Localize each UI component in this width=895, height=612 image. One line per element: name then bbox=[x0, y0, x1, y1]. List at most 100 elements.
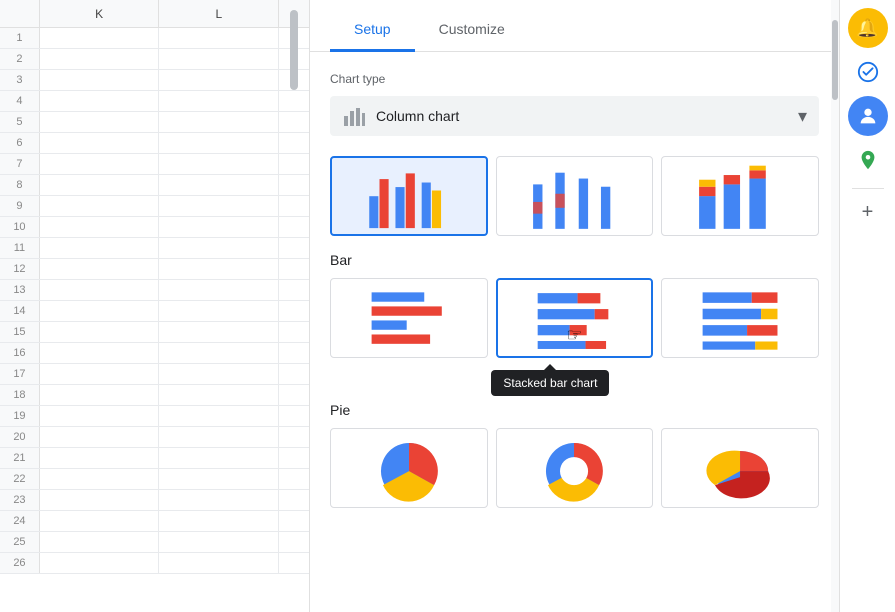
cell-l[interactable] bbox=[159, 154, 279, 174]
sheet-row[interactable]: 7 bbox=[0, 154, 309, 175]
cell-k[interactable] bbox=[40, 259, 160, 279]
cell-l[interactable] bbox=[159, 280, 279, 300]
cell-l[interactable] bbox=[159, 112, 279, 132]
cell-l[interactable] bbox=[159, 385, 279, 405]
sheet-row[interactable]: 18 bbox=[0, 385, 309, 406]
cell-l[interactable] bbox=[159, 448, 279, 468]
sheet-row[interactable]: 2 bbox=[0, 49, 309, 70]
cell-k[interactable] bbox=[40, 154, 160, 174]
cell-l[interactable] bbox=[159, 238, 279, 258]
cell-k[interactable] bbox=[40, 553, 160, 573]
cell-l[interactable] bbox=[159, 490, 279, 510]
sheet-row[interactable]: 16 bbox=[0, 343, 309, 364]
panel-scrollbar[interactable] bbox=[831, 0, 839, 612]
pie-chart-thumb-1[interactable] bbox=[330, 428, 488, 508]
bar-chart-thumb-1[interactable] bbox=[330, 278, 488, 358]
cell-l[interactable] bbox=[159, 364, 279, 384]
cell-k[interactable] bbox=[40, 511, 160, 531]
cell-k[interactable] bbox=[40, 406, 160, 426]
sheet-row[interactable]: 8 bbox=[0, 175, 309, 196]
cell-k[interactable] bbox=[40, 175, 160, 195]
cell-l[interactable] bbox=[159, 427, 279, 447]
cell-k[interactable] bbox=[40, 385, 160, 405]
column-chart-thumb-1[interactable] bbox=[330, 156, 488, 236]
sheet-row[interactable]: 10 bbox=[0, 217, 309, 238]
scrollbar-thumb[interactable] bbox=[290, 10, 298, 90]
contacts-sidebar-icon[interactable] bbox=[848, 96, 888, 136]
bar-chart-thumb-2[interactable]: ☞ bbox=[496, 278, 654, 358]
cell-k[interactable] bbox=[40, 280, 160, 300]
cell-l[interactable] bbox=[159, 511, 279, 531]
chart-type-dropdown[interactable]: Column chart ▾ bbox=[330, 96, 819, 136]
cell-k[interactable] bbox=[40, 343, 160, 363]
cell-l[interactable] bbox=[159, 343, 279, 363]
cell-k[interactable] bbox=[40, 322, 160, 342]
row-scroll-area bbox=[279, 343, 309, 363]
sheet-row[interactable]: 4 bbox=[0, 91, 309, 112]
cell-k[interactable] bbox=[40, 301, 160, 321]
sheet-row[interactable]: 15 bbox=[0, 322, 309, 343]
cell-l[interactable] bbox=[159, 49, 279, 69]
sheet-row[interactable]: 24 bbox=[0, 511, 309, 532]
notifications-sidebar-icon[interactable]: 🔔 bbox=[848, 8, 888, 48]
sheet-row[interactable]: 25 bbox=[0, 532, 309, 553]
cell-l[interactable] bbox=[159, 217, 279, 237]
cell-l[interactable] bbox=[159, 91, 279, 111]
cell-l[interactable] bbox=[159, 70, 279, 90]
cell-k[interactable] bbox=[40, 448, 160, 468]
cell-k[interactable] bbox=[40, 28, 160, 48]
sheet-row[interactable]: 5 bbox=[0, 112, 309, 133]
panel-scrollbar-thumb[interactable] bbox=[832, 20, 838, 100]
cell-k[interactable] bbox=[40, 532, 160, 552]
tab-setup[interactable]: Setup bbox=[330, 9, 415, 52]
cell-l[interactable] bbox=[159, 196, 279, 216]
pie-chart-thumb-2[interactable] bbox=[496, 428, 654, 508]
pie-chart-thumb-3[interactable] bbox=[661, 428, 819, 508]
sheet-row[interactable]: 11 bbox=[0, 238, 309, 259]
sheet-row[interactable]: 12 bbox=[0, 259, 309, 280]
cell-l[interactable] bbox=[159, 175, 279, 195]
sheet-row[interactable]: 3 bbox=[0, 70, 309, 91]
cell-l[interactable] bbox=[159, 259, 279, 279]
sheet-row[interactable]: 20 bbox=[0, 427, 309, 448]
sheet-row[interactable]: 13 bbox=[0, 280, 309, 301]
cell-k[interactable] bbox=[40, 427, 160, 447]
cell-k[interactable] bbox=[40, 49, 160, 69]
sheet-row[interactable]: 26 bbox=[0, 553, 309, 574]
maps-sidebar-icon[interactable] bbox=[848, 140, 888, 180]
cell-l[interactable] bbox=[159, 28, 279, 48]
sheet-row[interactable]: 9 bbox=[0, 196, 309, 217]
sheet-row[interactable]: 14 bbox=[0, 301, 309, 322]
bar-chart-thumb-3[interactable] bbox=[661, 278, 819, 358]
bar-chart-grid: ☞ Stacked bar chart bbox=[330, 278, 819, 358]
cell-l[interactable] bbox=[159, 406, 279, 426]
sheet-row[interactable]: 19 bbox=[0, 406, 309, 427]
column-chart-thumb-3[interactable] bbox=[661, 156, 819, 236]
sheet-row[interactable]: 22 bbox=[0, 469, 309, 490]
column-chart-thumb-2[interactable] bbox=[496, 156, 654, 236]
cell-l[interactable] bbox=[159, 553, 279, 573]
cell-l[interactable] bbox=[159, 532, 279, 552]
sheet-row[interactable]: 21 bbox=[0, 448, 309, 469]
cell-k[interactable] bbox=[40, 91, 160, 111]
cell-k[interactable] bbox=[40, 238, 160, 258]
tab-customize[interactable]: Customize bbox=[415, 9, 529, 52]
add-sidebar-icon[interactable]: + bbox=[862, 201, 874, 224]
cell-k[interactable] bbox=[40, 112, 160, 132]
cell-l[interactable] bbox=[159, 133, 279, 153]
cell-l[interactable] bbox=[159, 301, 279, 321]
sheet-row[interactable]: 23 bbox=[0, 490, 309, 511]
cell-k[interactable] bbox=[40, 70, 160, 90]
sheet-row[interactable]: 1 bbox=[0, 28, 309, 49]
cell-k[interactable] bbox=[40, 217, 160, 237]
cell-k[interactable] bbox=[40, 196, 160, 216]
cell-k[interactable] bbox=[40, 469, 160, 489]
cell-k[interactable] bbox=[40, 133, 160, 153]
cell-k[interactable] bbox=[40, 490, 160, 510]
cell-l[interactable] bbox=[159, 469, 279, 489]
cell-l[interactable] bbox=[159, 322, 279, 342]
sheet-row[interactable]: 6 bbox=[0, 133, 309, 154]
tasks-sidebar-icon[interactable] bbox=[848, 52, 888, 92]
sheet-row[interactable]: 17 bbox=[0, 364, 309, 385]
cell-k[interactable] bbox=[40, 364, 160, 384]
